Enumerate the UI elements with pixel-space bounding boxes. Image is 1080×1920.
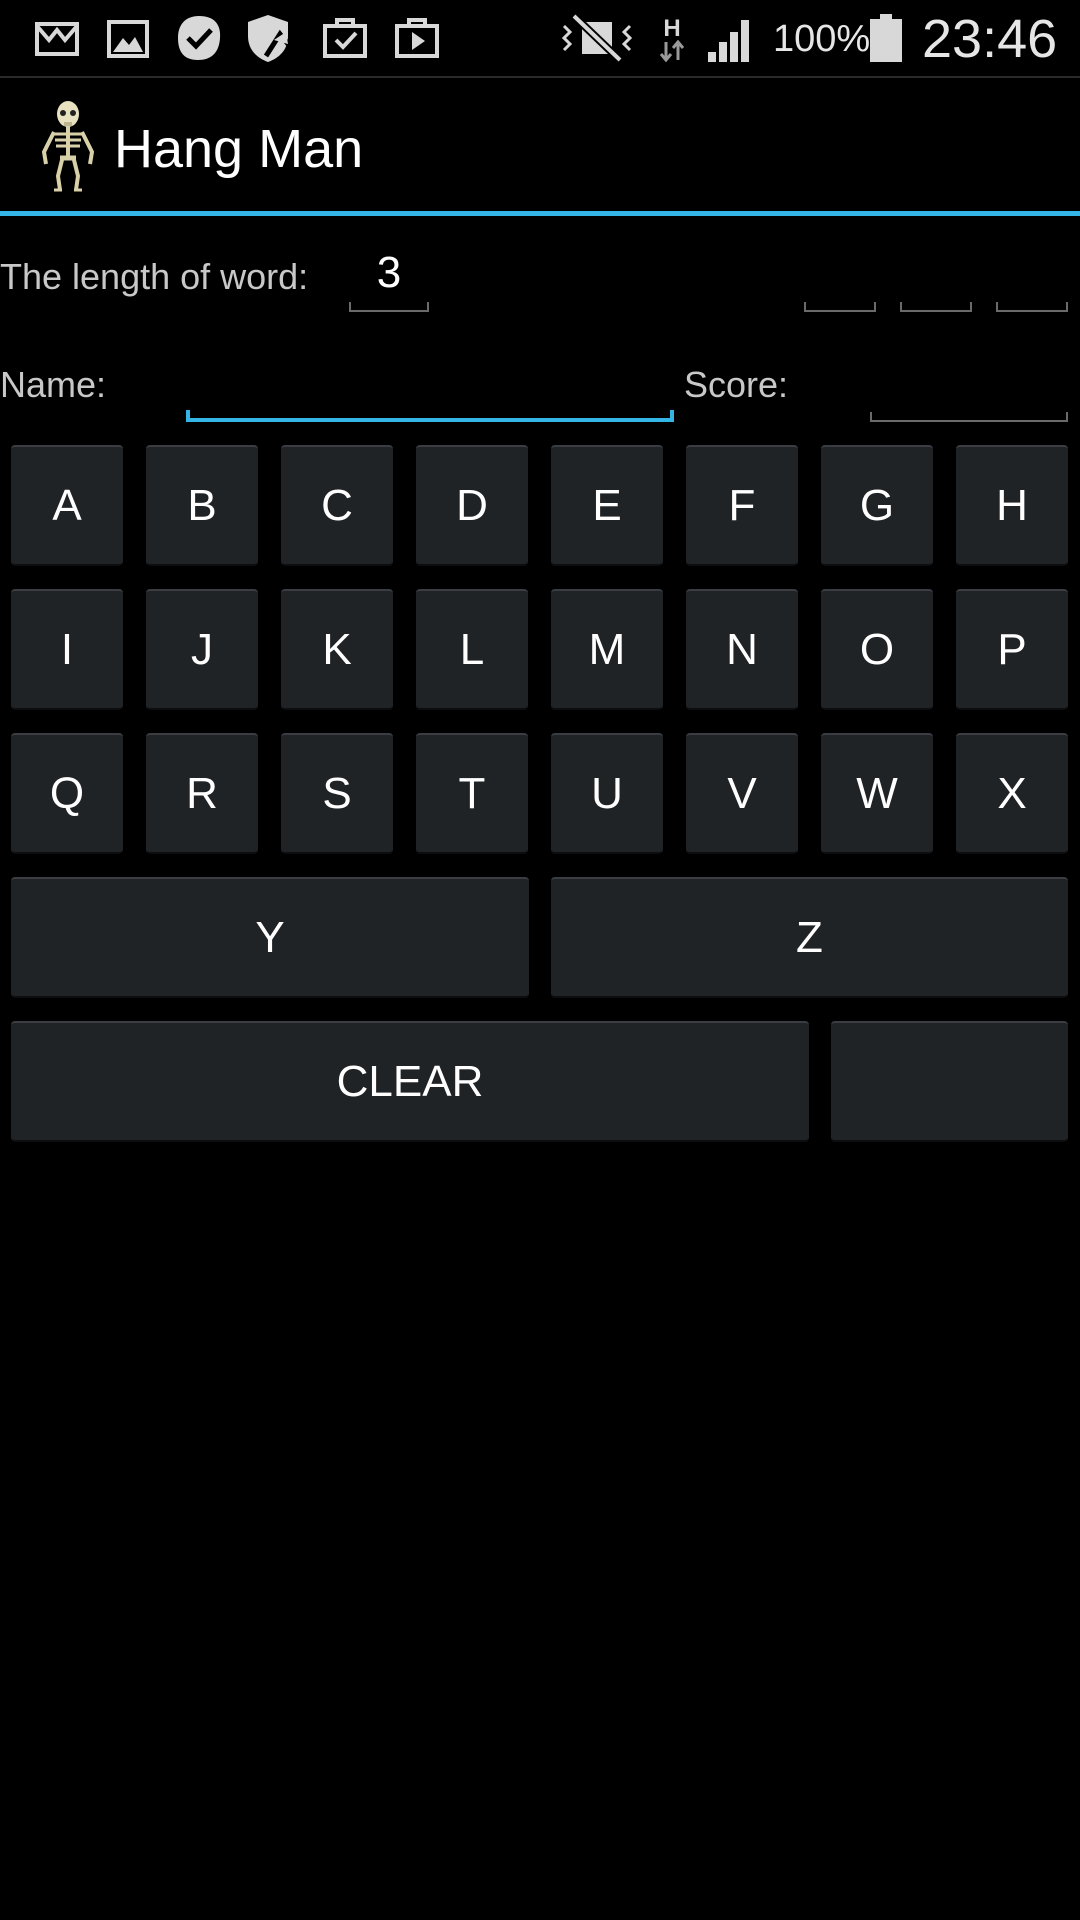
letter-slot-3 <box>996 240 1068 312</box>
blank-button[interactable] <box>831 1021 1068 1142</box>
key-c[interactable]: C <box>281 445 393 566</box>
key-v[interactable]: V <box>686 733 798 854</box>
key-u[interactable]: U <box>551 733 663 854</box>
skeleton-icon[interactable] <box>36 100 100 192</box>
name-input[interactable] <box>186 344 674 422</box>
key-x[interactable]: X <box>956 733 1068 854</box>
key-l[interactable]: L <box>416 589 528 710</box>
key-w[interactable]: W <box>821 733 933 854</box>
key-j[interactable]: J <box>146 589 258 710</box>
security-update-icon <box>244 12 296 64</box>
battery-percent: 100% <box>773 18 871 60</box>
key-d[interactable]: D <box>416 445 528 566</box>
clear-button[interactable]: CLEAR <box>11 1021 809 1142</box>
key-z[interactable]: Z <box>551 877 1068 998</box>
key-m[interactable]: M <box>551 589 663 710</box>
key-r[interactable]: R <box>146 733 258 854</box>
key-q[interactable]: Q <box>11 733 123 854</box>
key-i[interactable]: I <box>11 589 123 710</box>
signal-strength-icon <box>706 12 758 64</box>
gmail-icon <box>34 12 80 64</box>
hspa-data-icon: H <box>656 12 688 64</box>
key-e[interactable]: E <box>551 445 663 566</box>
letter-slot-1 <box>804 240 876 312</box>
word-length-value: 3 <box>376 248 402 297</box>
key-h[interactable]: H <box>956 445 1068 566</box>
score-label: Score: <box>684 364 789 405</box>
briefcase-check-icon <box>322 12 368 64</box>
key-g[interactable]: G <box>821 445 933 566</box>
task-check-icon <box>174 12 224 64</box>
network-type-label: H <box>663 15 680 42</box>
key-o[interactable]: O <box>821 589 933 710</box>
key-y[interactable]: Y <box>11 877 529 998</box>
key-s[interactable]: S <box>281 733 393 854</box>
key-b[interactable]: B <box>146 445 258 566</box>
briefcase-play-icon <box>394 12 440 64</box>
word-length-field[interactable]: 3 <box>349 240 429 312</box>
key-a[interactable]: A <box>11 445 123 566</box>
app-title: Hang Man <box>114 119 364 179</box>
key-p[interactable]: P <box>956 589 1068 710</box>
vibrate-mute-icon <box>560 12 634 64</box>
key-f[interactable]: F <box>686 445 798 566</box>
status-bar: H 100% 23:46 <box>0 0 1080 78</box>
word-length-label: The length of word: <box>0 256 309 297</box>
name-label: Name: <box>0 364 107 405</box>
key-n[interactable]: N <box>686 589 798 710</box>
action-bar: Hang Man <box>0 78 1080 216</box>
key-t[interactable]: T <box>416 733 528 854</box>
action-bar-divider <box>0 211 1080 216</box>
battery-icon <box>868 12 904 64</box>
key-k[interactable]: K <box>281 589 393 710</box>
clock: 23:46 <box>922 9 1058 69</box>
score-field[interactable] <box>870 344 1068 422</box>
letter-slot-2 <box>900 240 972 312</box>
gallery-icon <box>106 12 150 64</box>
